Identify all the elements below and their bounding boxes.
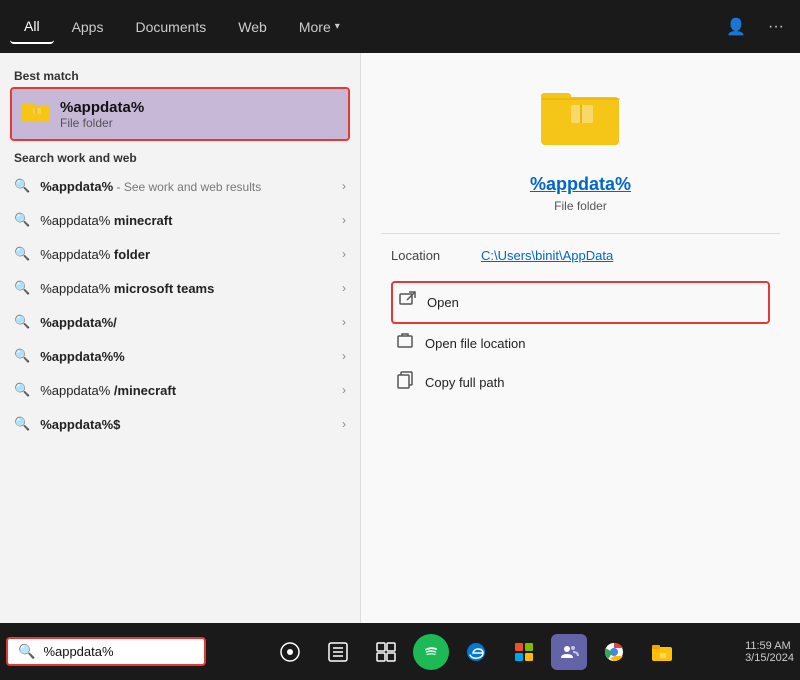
chevron-right-icon: › <box>342 247 346 261</box>
open-location-action[interactable]: Open file location <box>391 324 770 363</box>
chevron-right-icon: › <box>342 179 346 193</box>
chevron-right-icon: › <box>342 315 346 329</box>
search-icon: 🔍 <box>14 416 30 432</box>
search-taskbar-button[interactable] <box>317 631 359 673</box>
explorer-button[interactable] <box>641 631 683 673</box>
result-text: %appdata% folder <box>40 247 150 262</box>
teams-button[interactable] <box>551 634 587 670</box>
copy-full-path-label: Copy full path <box>425 375 505 390</box>
folder-icon-large <box>541 83 621 164</box>
search-icon: 🔍 <box>14 280 30 296</box>
chevron-right-icon: › <box>342 349 346 363</box>
tab-web[interactable]: Web <box>224 11 281 43</box>
result-text: %appdata% - See work and web results <box>40 179 261 194</box>
result-text: %appdata%/ <box>40 315 117 330</box>
right-panel-subtitle: File folder <box>554 199 607 213</box>
tab-apps[interactable]: Apps <box>58 11 118 43</box>
search-input[interactable] <box>43 644 194 659</box>
taskbar-center <box>208 631 743 673</box>
time-display: 11:59 AM3/15/2024 <box>745 640 794 664</box>
taskbar-right: 11:59 AM3/15/2024 <box>745 640 794 664</box>
search-section-label: Search work and web <box>0 145 360 169</box>
best-match-subtitle: File folder <box>60 116 144 130</box>
top-navigation: All Apps Documents Web More ▾ 👤 ··· <box>0 0 800 53</box>
tab-documents[interactable]: Documents <box>121 11 220 43</box>
best-match-item[interactable]: %appdata% File folder <box>10 87 350 141</box>
taskbar: 🔍 <box>0 623 800 680</box>
list-item[interactable]: 🔍 %appdata% minecraft › <box>0 203 360 237</box>
list-item[interactable]: 🔍 %appdata% microsoft teams › <box>0 271 360 305</box>
search-icon: 🔍 <box>14 348 30 364</box>
copy-icon <box>397 371 415 394</box>
person-icon[interactable]: 👤 <box>720 11 752 43</box>
open-label: Open <box>427 295 459 310</box>
edge-button[interactable] <box>455 631 497 673</box>
list-item[interactable]: 🔍 %appdata%% › <box>0 339 360 373</box>
best-match-label: Best match <box>0 63 360 87</box>
left-panel: Best match %appdata% File folder Search … <box>0 53 360 623</box>
best-match-text: %appdata% File folder <box>60 99 144 130</box>
folder-icon-sm <box>22 97 50 131</box>
chevron-down-icon: ▾ <box>335 21 340 32</box>
task-view-button[interactable] <box>365 631 407 673</box>
chevron-right-icon: › <box>342 213 346 227</box>
open-icon <box>399 291 417 314</box>
right-panel-title[interactable]: %appdata% <box>530 174 631 195</box>
chevron-right-icon: › <box>342 281 346 295</box>
nav-right-icons: 👤 ··· <box>720 11 790 43</box>
tab-more[interactable]: More ▾ <box>285 11 354 43</box>
best-match-title: %appdata% <box>60 99 144 116</box>
result-text: %appdata% minecraft <box>40 213 172 228</box>
start-button[interactable] <box>269 631 311 673</box>
list-item[interactable]: 🔍 %appdata% - See work and web results › <box>0 169 360 203</box>
action-list: Open Open file location <box>381 281 780 402</box>
taskbar-search-box[interactable]: 🔍 <box>6 637 206 666</box>
list-item[interactable]: 🔍 %appdata% /minecraft › <box>0 373 360 407</box>
spotify-button[interactable] <box>413 634 449 670</box>
location-icon <box>397 332 415 355</box>
open-action[interactable]: Open <box>391 281 770 324</box>
more-options-icon[interactable]: ··· <box>762 12 790 42</box>
result-text: %appdata% microsoft teams <box>40 281 214 296</box>
result-text: %appdata%$ <box>40 417 120 432</box>
search-icon: 🔍 <box>14 382 30 398</box>
divider <box>381 233 780 234</box>
nav-tabs: All Apps Documents Web More ▾ <box>10 10 354 44</box>
taskbar-search-icon: 🔍 <box>18 643 35 660</box>
chevron-right-icon: › <box>342 383 346 397</box>
result-text: %appdata%% <box>40 349 125 364</box>
open-file-location-label: Open file location <box>425 336 525 351</box>
chevron-right-icon: › <box>342 417 346 431</box>
tab-all[interactable]: All <box>10 10 54 44</box>
list-item[interactable]: 🔍 %appdata%$ › <box>0 407 360 441</box>
result-text: %appdata% /minecraft <box>40 383 176 398</box>
search-icon: 🔍 <box>14 178 30 194</box>
location-label: Location <box>391 248 461 263</box>
search-icon: 🔍 <box>14 212 30 228</box>
main-area: Best match %appdata% File folder Search … <box>0 53 800 623</box>
office-button[interactable] <box>503 631 545 673</box>
location-value[interactable]: C:\Users\binit\AppData <box>481 248 613 263</box>
right-panel: %appdata% File folder Location C:\Users\… <box>360 53 800 623</box>
copy-path-action[interactable]: Copy full path <box>391 363 770 402</box>
search-icon: 🔍 <box>14 314 30 330</box>
chrome-button[interactable] <box>593 631 635 673</box>
list-item[interactable]: 🔍 %appdata%/ › <box>0 305 360 339</box>
list-item[interactable]: 🔍 %appdata% folder › <box>0 237 360 271</box>
location-row: Location C:\Users\binit\AppData <box>381 248 780 263</box>
search-icon: 🔍 <box>14 246 30 262</box>
